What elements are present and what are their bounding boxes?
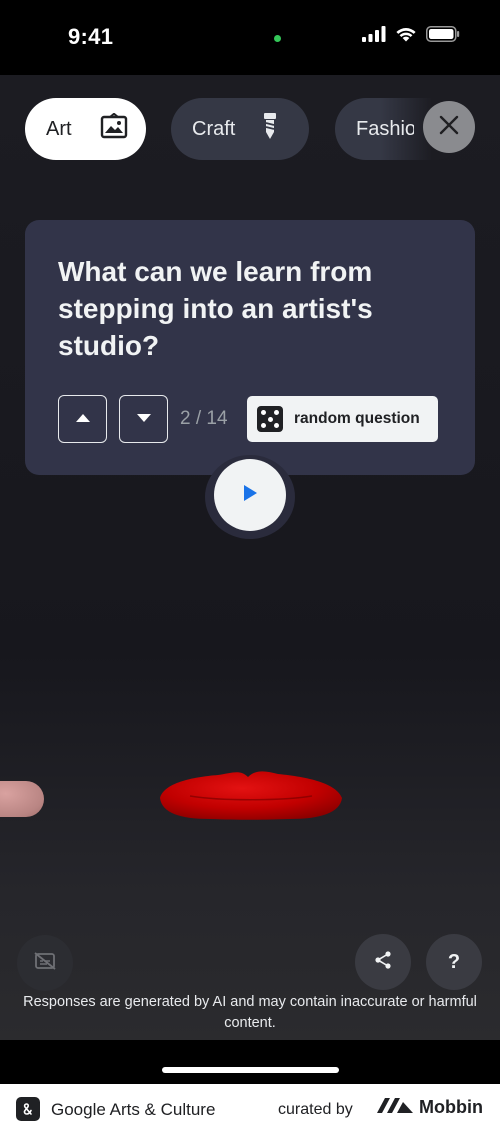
category-chip-label: Art (46, 117, 72, 140)
question-counter: 2 / 14 (180, 408, 228, 429)
category-chip-art[interactable]: Art (25, 98, 146, 160)
wifi-icon (395, 26, 417, 47)
close-button[interactable] (423, 101, 475, 153)
caret-down-icon (136, 410, 152, 428)
share-icon (373, 950, 393, 975)
ai-disclaimer: Responses are generated by AI and may co… (23, 994, 477, 1031)
cellular-signal-icon (362, 26, 386, 47)
home-indicator-area (0, 1040, 500, 1084)
captions-toggle-button[interactable] (17, 935, 73, 991)
brand-name: Mobbin (419, 1097, 483, 1117)
status-bar: 9:41 (0, 0, 500, 75)
privacy-indicator-dot (274, 35, 281, 42)
app-name: Google Arts & Culture (51, 1100, 216, 1119)
status-icons (362, 26, 460, 47)
question-text: What can we learn from stepping into an … (58, 256, 373, 361)
play-button[interactable] (214, 459, 286, 531)
close-icon (439, 115, 459, 140)
captions-off-icon (34, 951, 56, 975)
status-time: 9:41 (68, 24, 114, 49)
dice-icon (257, 406, 283, 432)
question-card: What can we learn from stepping into an … (25, 220, 475, 475)
random-question-button[interactable]: random question (247, 396, 438, 442)
share-button[interactable] (355, 934, 411, 990)
mobbin-brand: Mobbin (376, 1096, 483, 1119)
battery-icon (426, 26, 460, 47)
previous-question-button[interactable] (58, 395, 107, 443)
character-shape-partial (0, 781, 44, 817)
help-button[interactable]: ? (426, 934, 482, 990)
play-icon (242, 484, 258, 507)
mobbin-logo-icon (376, 1096, 414, 1119)
image-frame-icon (100, 112, 128, 145)
category-chip-label: Craft (192, 117, 236, 140)
home-indicator[interactable] (162, 1067, 339, 1073)
caret-up-icon (75, 410, 91, 428)
lips-character (160, 771, 342, 820)
random-question-label: random question (294, 410, 420, 427)
curated-by-label: curated by (278, 1101, 353, 1118)
screw-icon (263, 112, 277, 146)
attribution-footer: Google Arts & Culture curated by Mobbin (0, 1084, 500, 1135)
category-chip-label: Fashion (356, 117, 414, 140)
app-logo-icon (16, 1097, 40, 1121)
next-question-button[interactable] (119, 395, 168, 443)
category-chip-craft[interactable]: Craft (171, 98, 309, 160)
app-screen: Art Craft Fashion (0, 75, 500, 1040)
